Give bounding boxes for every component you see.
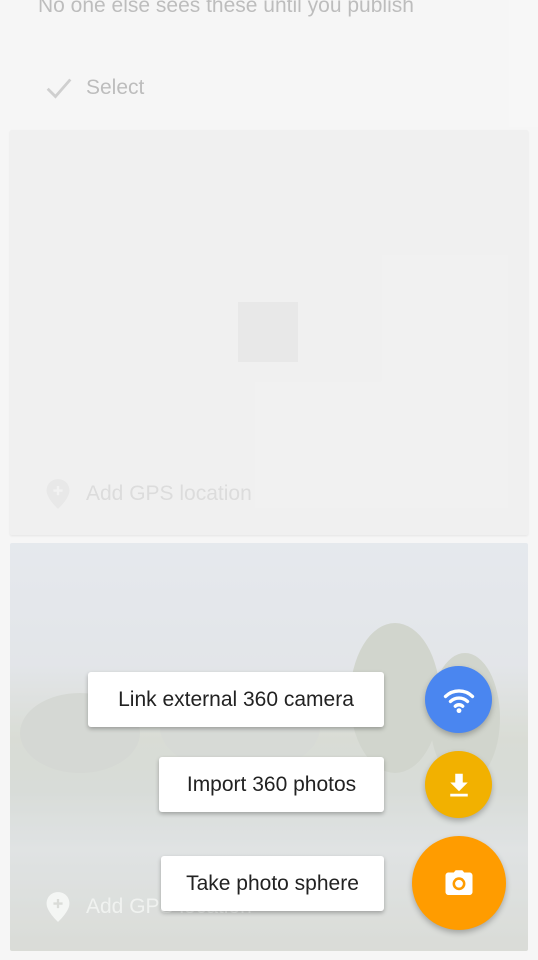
import-360-photos-button[interactable] [425, 751, 492, 818]
download-icon [449, 773, 468, 796]
camera-icon [445, 870, 473, 895]
take-photo-sphere-button[interactable] [412, 836, 506, 930]
import-360-photos-label[interactable]: Import 360 photos [159, 757, 384, 812]
link-external-camera-button[interactable] [425, 666, 492, 733]
take-photo-sphere-label[interactable]: Take photo sphere [161, 856, 384, 911]
wifi-icon [443, 688, 474, 713]
link-external-camera-label[interactable]: Link external 360 camera [88, 672, 384, 727]
